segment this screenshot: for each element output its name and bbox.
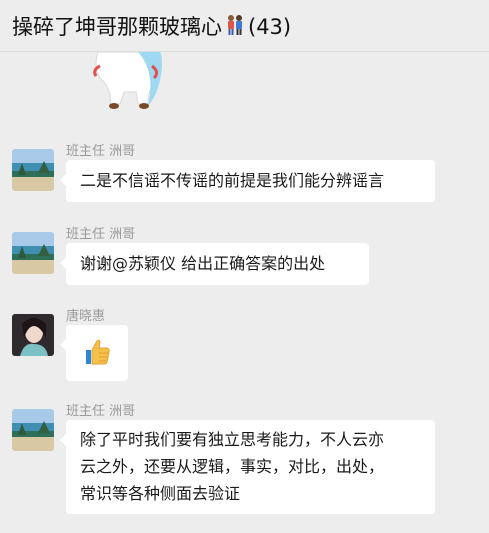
beach-avatar[interactable] (12, 232, 54, 274)
message-bubble[interactable]: 谢谢@苏颖仪 给出正确答案的出处 (60, 243, 369, 285)
message-text: 二是不信谣不传谣的前提是我们能分辨谣言 (80, 171, 385, 190)
couple-icon (224, 14, 246, 41)
sender-name: 班主任 洲哥 (66, 404, 136, 419)
member-count: (43) (248, 14, 292, 39)
beach-avatar[interactable] (12, 149, 54, 191)
message-bubble[interactable] (60, 325, 128, 381)
sender-name: 班主任 洲哥 (66, 144, 136, 159)
message-text: 谢谢@苏颖仪 给出正确答案的出处 (80, 254, 326, 273)
message-text-line: 常识等各种侧面去验证 (80, 484, 241, 503)
message-text-line: 除了平时我们要有独立思考能力，不人云亦 (80, 430, 385, 449)
beach-avatar[interactable] (12, 409, 54, 451)
chat-header: 操碎了坤哥那颗玻璃心 (43) (0, 0, 489, 52)
message-bubble[interactable]: 除了平时我们要有独立思考能力，不人云亦 云之外，还要从逻辑，事实，对比，出处， … (60, 420, 435, 514)
group-name: 操碎了坤哥那颗玻璃心 (12, 14, 222, 39)
group-title[interactable]: 操碎了坤哥那颗玻璃心 (43) (12, 11, 291, 41)
message-text-line: 云之外，还要从逻辑，事实，对比，出处， (80, 457, 385, 476)
thumbs-up-icon (82, 337, 112, 375)
girl-avatar[interactable] (12, 314, 54, 356)
sender-name: 唐晓惠 (66, 309, 106, 324)
message-list[interactable]: 班主任 洲哥 二是不信谣不传谣的前提是我们能分辨谣言 班主任 洲哥 谢谢@苏颖仪… (0, 52, 489, 533)
message-bubble[interactable]: 二是不信谣不传谣的前提是我们能分辨谣言 (60, 160, 435, 202)
sender-name: 班主任 洲哥 (66, 227, 136, 242)
sticker-image[interactable] (90, 52, 170, 110)
